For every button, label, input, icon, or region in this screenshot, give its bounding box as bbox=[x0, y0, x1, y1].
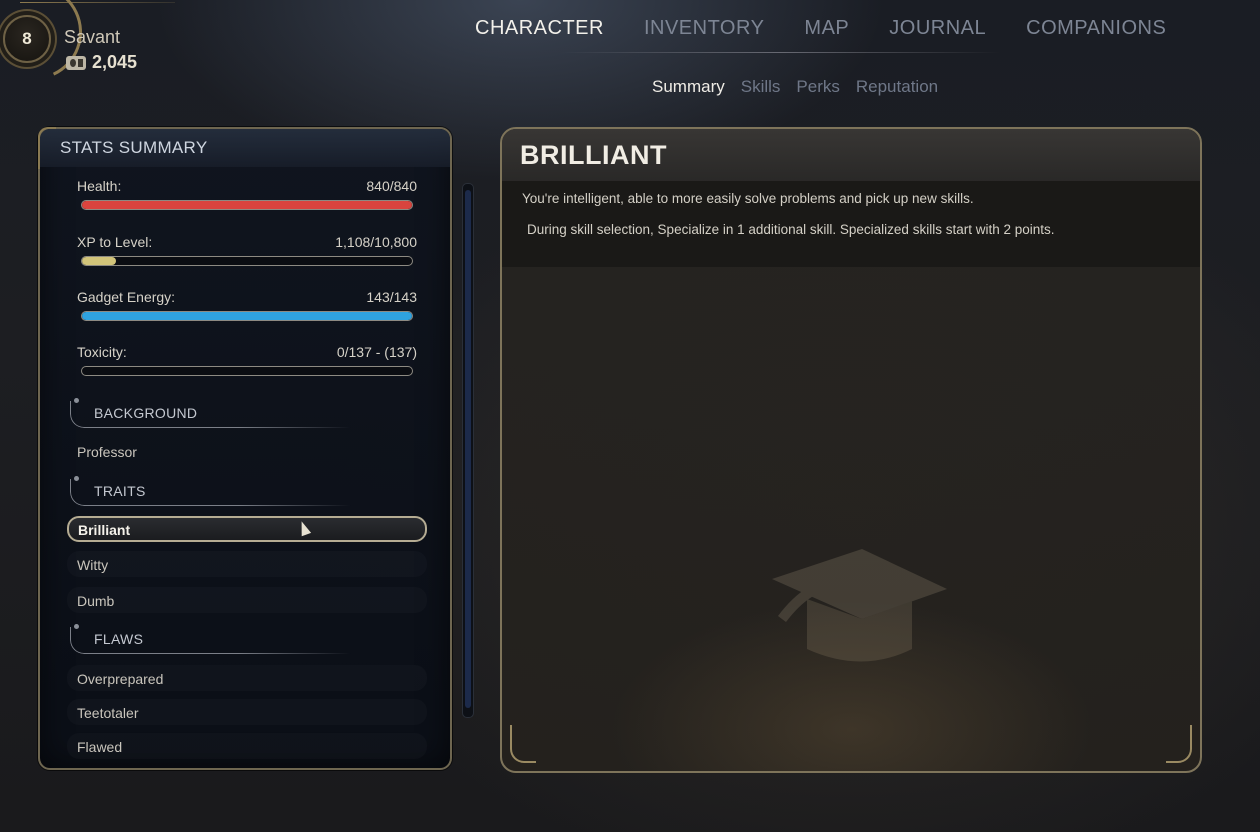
section-label: FLAWS bbox=[94, 631, 144, 647]
tab-companions[interactable]: COMPANIONS bbox=[1006, 17, 1186, 40]
detail-description: You're intelligent, able to more easily … bbox=[522, 191, 974, 206]
currency-display: 2,045 bbox=[66, 52, 137, 73]
subtab-skills[interactable]: Skills bbox=[741, 77, 797, 97]
tab-journal[interactable]: JOURNAL bbox=[869, 17, 1006, 40]
main-nav: CHARACTER INVENTORY MAP JOURNAL COMPANIO… bbox=[455, 17, 1186, 40]
panel-corner-ornament bbox=[38, 127, 56, 169]
section-dot bbox=[74, 624, 79, 629]
currency-amount: 2,045 bbox=[92, 52, 138, 72]
stat-label: Health: bbox=[77, 178, 122, 194]
trait-detail-panel: BRILLIANT You're intelligent, able to mo… bbox=[500, 127, 1202, 773]
nav-divider bbox=[560, 52, 1000, 53]
stats-header: STATS SUMMARY bbox=[40, 129, 450, 167]
subtab-reputation[interactable]: Reputation bbox=[856, 77, 954, 97]
list-item-professor[interactable]: Professor bbox=[67, 438, 427, 464]
subtab-summary[interactable]: Summary bbox=[652, 77, 741, 97]
tab-map[interactable]: MAP bbox=[784, 17, 869, 40]
section-label: BACKGROUND bbox=[94, 405, 198, 421]
stat-label: Toxicity: bbox=[77, 344, 127, 360]
toxicity-bar bbox=[81, 366, 413, 376]
list-item-teetotaler[interactable]: Teetotaler bbox=[67, 699, 427, 725]
detail-title: BRILLIANT bbox=[520, 140, 667, 170]
stats-scrollbar[interactable] bbox=[462, 183, 474, 718]
bit-icon bbox=[66, 55, 86, 70]
list-item-flawed[interactable]: Flawed bbox=[67, 733, 427, 759]
stats-summary-panel: STATS SUMMARY Health: 840/840 XP to Leve… bbox=[38, 127, 452, 770]
subtab-perks[interactable]: Perks bbox=[796, 77, 855, 97]
stats-title: STATS SUMMARY bbox=[60, 138, 208, 157]
panel-corner-ornament bbox=[1166, 725, 1192, 763]
stat-value: 840/840 bbox=[366, 178, 417, 194]
sub-nav: Summary Skills Perks Reputation bbox=[652, 77, 954, 97]
gadget-energy-bar bbox=[81, 311, 413, 321]
section-background: BACKGROUND bbox=[70, 398, 351, 428]
section-flaws: FLAWS bbox=[70, 624, 351, 654]
ornament-line bbox=[20, 2, 175, 3]
stat-value: 143/143 bbox=[366, 289, 417, 305]
health-bar bbox=[81, 200, 413, 210]
stat-value: 0/137 - (137) bbox=[336, 344, 417, 360]
section-label: TRAITS bbox=[94, 483, 146, 499]
health-bar-fill bbox=[82, 201, 412, 209]
player-name: Savant bbox=[64, 27, 121, 47]
scrollbar-thumb[interactable] bbox=[465, 190, 471, 708]
detail-header: BRILLIANT bbox=[502, 129, 1200, 181]
section-dot bbox=[74, 476, 79, 481]
xp-bar-fill bbox=[82, 257, 116, 265]
list-item-dumb[interactable]: Dumb bbox=[67, 587, 427, 613]
list-item-overprepared[interactable]: Overprepared bbox=[67, 665, 427, 691]
gadget-energy-bar-fill bbox=[82, 312, 412, 320]
section-dot bbox=[74, 398, 79, 403]
graduation-cap-icon bbox=[772, 549, 947, 662]
panel-corner-ornament bbox=[510, 725, 536, 763]
player-level-badge: 8 bbox=[3, 15, 51, 63]
stat-label: Gadget Energy: bbox=[77, 289, 176, 305]
detail-effect: During skill selection, Specialize in 1 … bbox=[527, 222, 1055, 237]
stat-label: XP to Level: bbox=[77, 234, 153, 250]
list-item-witty[interactable]: Witty bbox=[67, 551, 427, 577]
tab-character[interactable]: CHARACTER bbox=[455, 17, 624, 40]
section-traits: TRAITS bbox=[70, 476, 351, 506]
tab-inventory[interactable]: INVENTORY bbox=[624, 17, 784, 40]
list-item-brilliant[interactable]: Brilliant bbox=[67, 516, 427, 542]
stat-value: 1,108/10,800 bbox=[335, 234, 417, 250]
detail-description-box: You're intelligent, able to more easily … bbox=[502, 181, 1200, 267]
player-badge: 8 Savant 2,045 bbox=[0, 0, 180, 100]
xp-bar bbox=[81, 256, 413, 266]
